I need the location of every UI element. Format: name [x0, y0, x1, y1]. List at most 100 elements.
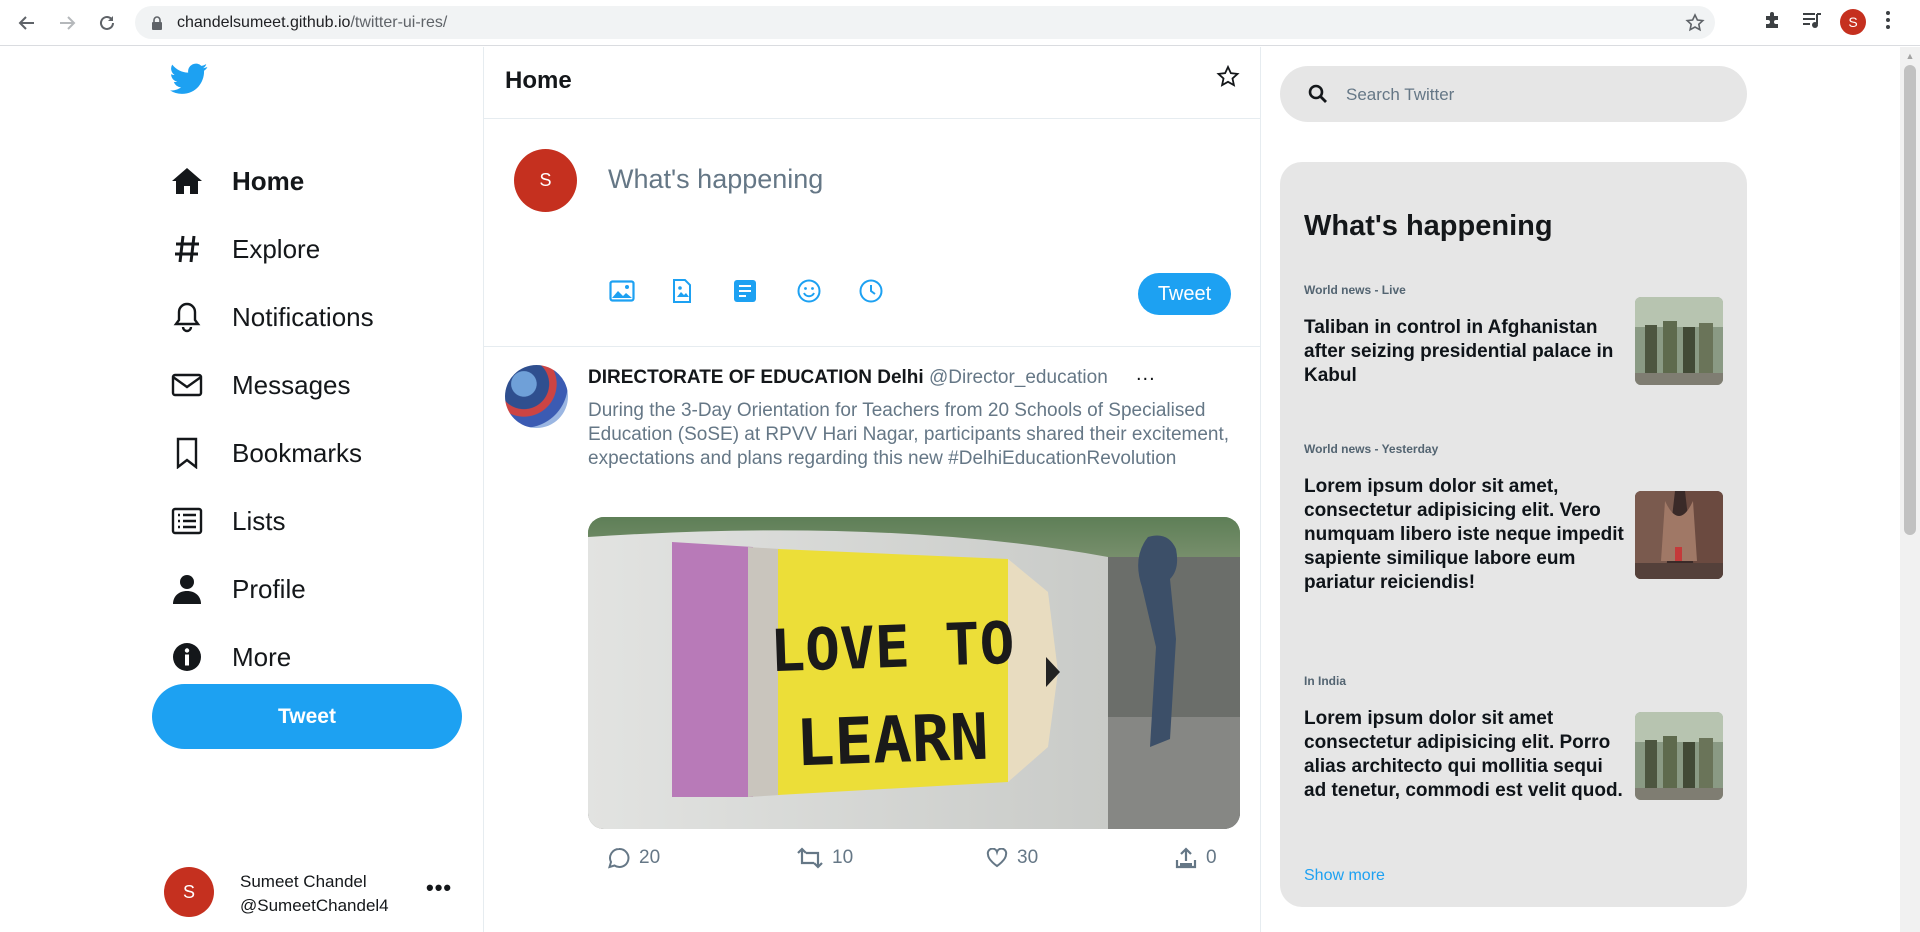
tweet-more-icon[interactable]: ... [1136, 363, 1156, 386]
page-scrollbar[interactable]: ▲ [1900, 47, 1920, 932]
image-caption-line1: LOVE TO [769, 609, 1016, 685]
address-bar[interactable]: chandelsumeet.github.io/twitter-ui-res/ [135, 6, 1715, 39]
poll-icon[interactable] [734, 279, 797, 303]
reply-icon [608, 847, 630, 869]
compose-tweet-button[interactable]: Tweet [1138, 273, 1231, 315]
bookmark-icon [170, 436, 204, 470]
page: Home Explore Notifications Messages Book… [0, 47, 1920, 932]
trends-panel: What's happening World news - Live Talib… [1280, 162, 1747, 907]
home-icon [170, 164, 204, 198]
scrollbar-thumb[interactable] [1904, 65, 1916, 535]
envelope-icon [170, 368, 204, 402]
search-input[interactable]: Search Twitter [1280, 66, 1747, 122]
trend-category: World news - Live [1304, 283, 1406, 297]
reload-button[interactable] [92, 8, 122, 38]
avatar: S [164, 867, 214, 917]
tweet-text: During the 3-Day Orientation for Teacher… [588, 400, 1230, 469]
sidebar-item-label: Home [232, 165, 305, 196]
tweet-author-handle[interactable]: @Director_education [929, 367, 1108, 389]
sidebar-item-label: Notifications [232, 301, 374, 332]
share-button[interactable]: 0 [1175, 847, 1217, 869]
sidebar-item-explore[interactable]: Explore [170, 223, 320, 275]
arrow-right-icon [60, 16, 76, 30]
browser-profile-avatar[interactable]: S [1840, 9, 1866, 35]
tweet-actions: 20 10 30 0 [608, 847, 1243, 877]
account-handle: @SumeetChandel4 [240, 896, 389, 915]
account-switcher[interactable]: S Sumeet Chandel @SumeetChandel4 ••• [164, 867, 464, 922]
main-feed: Home S What's happening Tweet DIRECTORAT… [483, 47, 1261, 932]
sidebar-item-home[interactable]: Home [170, 155, 304, 207]
schedule-clock-icon[interactable] [859, 279, 922, 303]
reply-count: 20 [639, 847, 661, 868]
image-icon[interactable] [609, 279, 672, 303]
trend-thumbnail[interactable] [1635, 712, 1723, 800]
sidebar-item-label: More [232, 641, 292, 672]
twitter-logo-icon[interactable] [170, 63, 208, 100]
hashtag-icon [170, 232, 204, 266]
trend-title: Lorem ipsum dolor sit amet, consectetur … [1304, 476, 1624, 593]
trend-category: In India [1304, 674, 1346, 688]
compose-input[interactable]: What's happening [608, 164, 823, 195]
sidebar-item-label: Explore [232, 233, 321, 264]
browser-menu-icon[interactable] [1885, 10, 1891, 35]
sidebar-item-bookmarks[interactable]: Bookmarks [170, 427, 362, 479]
tweet-image[interactable]: LOVE TO LEARN [588, 517, 1240, 829]
feed-header: Home [484, 47, 1260, 119]
like-count: 30 [1017, 847, 1039, 868]
gif-icon[interactable] [672, 279, 735, 303]
right-sidebar: Search Twitter What's happening World ne… [1280, 47, 1920, 932]
top-tweets-star-icon[interactable] [1216, 64, 1240, 94]
user-icon [170, 572, 204, 606]
emoji-icon[interactable] [797, 279, 860, 303]
browser-toolbar: chandelsumeet.github.io/twitter-ui-res/ … [0, 0, 1920, 46]
heart-icon [986, 848, 1008, 868]
avatar: S [514, 149, 577, 212]
media-queue-icon[interactable] [1801, 10, 1823, 35]
sidebar-tweet-button[interactable]: Tweet [152, 684, 462, 749]
sidebar-item-messages[interactable]: Messages [170, 359, 351, 411]
bell-icon [170, 300, 204, 334]
extensions-puzzle-icon[interactable] [1762, 10, 1782, 35]
sidebar-item-profile[interactable]: Profile [170, 563, 306, 615]
account-more-icon[interactable]: ••• [426, 875, 452, 901]
url-text: chandelsumeet.github.io/twitter-ui-res/ [177, 14, 448, 31]
trend-item[interactable]: World news - Yesterday Lorem ipsum dolor… [1304, 442, 1729, 593]
trend-category: World news - Yesterday [1304, 442, 1439, 456]
share-count: 0 [1206, 847, 1217, 868]
scroll-up-arrow-icon[interactable]: ▲ [1905, 51, 1915, 61]
tweet-card[interactable]: DIRECTORATE OF EDUCATION Delhi @Director… [484, 347, 1260, 932]
reply-button[interactable]: 20 [608, 847, 660, 869]
compose-box: S What's happening Tweet [484, 119, 1260, 347]
sidebar-item-label: Lists [232, 505, 286, 536]
back-button[interactable] [12, 8, 42, 38]
left-sidebar: Home Explore Notifications Messages Book… [150, 47, 485, 932]
sidebar-item-label: Profile [232, 573, 306, 604]
trend-title: Lorem ipsum dolor sit amet consectetur a… [1304, 708, 1623, 801]
tweet-author-name[interactable]: DIRECTORATE OF EDUCATION Delhi [588, 367, 924, 389]
forward-button[interactable] [52, 8, 82, 38]
like-button[interactable]: 30 [986, 847, 1038, 869]
share-upload-icon [1175, 847, 1197, 869]
sidebar-item-notifications[interactable]: Notifications [170, 291, 374, 343]
trend-thumbnail[interactable] [1635, 491, 1723, 579]
image-caption-line2: LEARN [795, 701, 990, 782]
compose-toolbar [609, 279, 922, 303]
bookmark-star-icon[interactable] [1685, 13, 1705, 38]
show-more-link[interactable]: Show more [1304, 867, 1385, 885]
retweet-count: 10 [832, 847, 854, 868]
trend-thumbnail[interactable] [1635, 297, 1723, 385]
retweet-button[interactable]: 10 [797, 847, 853, 869]
sidebar-item-more[interactable]: More [170, 631, 291, 683]
tweet-author-avatar[interactable] [505, 365, 568, 428]
sidebar-item-label: Bookmarks [232, 437, 363, 468]
trend-item[interactable]: World news - Live Taliban in control in … [1304, 283, 1729, 386]
info-icon [170, 640, 204, 674]
sidebar-item-lists[interactable]: Lists [170, 495, 285, 547]
search-icon [1308, 84, 1328, 109]
list-icon [170, 504, 204, 538]
account-name: Sumeet Chandel [240, 872, 367, 891]
sidebar-item-label: Messages [232, 369, 351, 400]
lock-icon [151, 16, 163, 35]
arrow-left-icon [18, 16, 34, 30]
trend-item[interactable]: In India Lorem ipsum dolor sit amet cons… [1304, 674, 1729, 801]
